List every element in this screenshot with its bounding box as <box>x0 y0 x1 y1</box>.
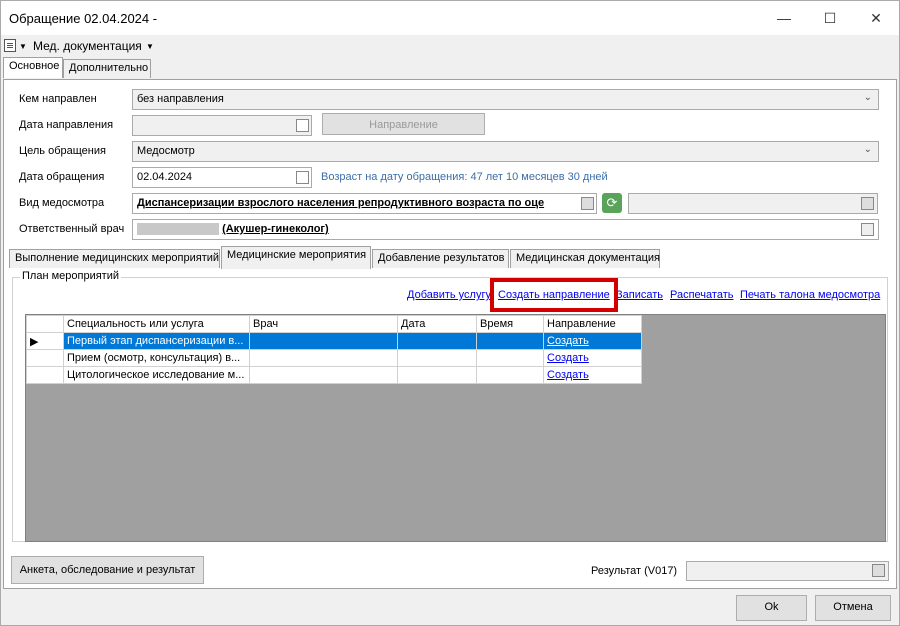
minimize-button[interactable]: — <box>761 1 807 35</box>
time-cell[interactable] <box>476 332 544 350</box>
purpose-value: Медосмотр <box>137 145 195 157</box>
referred-by-value: без направления <box>137 93 224 105</box>
menu-bar: ▼ Мед. документация ▼ <box>1 35 899 57</box>
age-info: Возраст на дату обращения: 47 лет 10 мес… <box>321 171 608 183</box>
menu-med-docs[interactable]: Мед. документация <box>33 39 142 53</box>
table-row[interactable]: Прием (осмотр, консультация) в... Создат… <box>26 349 642 367</box>
add-service-link[interactable]: Добавить услугу <box>407 289 491 301</box>
tab-main[interactable]: Основное <box>3 57 63 78</box>
create-referral-row-link[interactable]: Создать <box>547 352 589 364</box>
print-link[interactable]: Распечатать <box>670 289 733 301</box>
print-ticket-link[interactable]: Печать талона медосмотра <box>740 289 880 301</box>
clear-icon[interactable] <box>861 223 874 236</box>
chevron-down-icon: ▼ <box>146 42 154 51</box>
plan-grid: Специальность или услуга Врач Дата Время… <box>25 314 886 542</box>
date-cell[interactable] <box>397 349 477 367</box>
date-cell[interactable] <box>397 332 477 350</box>
plan-title: План мероприятий <box>20 270 121 282</box>
visit-date-field[interactable]: 02.04.2024 <box>132 167 312 188</box>
clear-icon[interactable] <box>581 197 594 210</box>
exam-type-field[interactable]: Диспансеризации взрослого населения репр… <box>132 193 597 214</box>
cancel-button[interactable]: Отмена <box>815 595 891 621</box>
referral-button[interactable]: Направление <box>322 113 485 135</box>
table-row[interactable]: Цитологическое исследование м... Создать <box>26 366 642 384</box>
row-header-cell <box>26 349 64 367</box>
clear-icon[interactable] <box>872 564 885 577</box>
doctor-cell[interactable] <box>249 366 398 384</box>
table-row[interactable]: ▶ Первый этап диспансеризации в... Созда… <box>26 332 642 350</box>
referral-cell: Создать <box>543 332 642 350</box>
exam-code-field[interactable] <box>628 193 878 214</box>
time-cell[interactable] <box>476 366 544 384</box>
service-cell[interactable]: Первый этап диспансеризации в... <box>63 332 250 350</box>
time-cell[interactable] <box>476 349 544 367</box>
doctor-label: Ответственный врач <box>19 223 125 235</box>
doctor-field[interactable]: (Акушер-гинеколог) <box>132 219 879 240</box>
document-icon[interactable] <box>4 39 16 52</box>
visit-date-label: Дата обращения <box>19 171 105 183</box>
chevron-down-icon: ⌄ <box>863 144 872 155</box>
doctor-value: (Акушер-гинеколог) <box>222 223 329 235</box>
tab-execution[interactable]: Выполнение медицинских мероприятий <box>9 249 220 268</box>
window-title: Обращение 02.04.2024 - <box>9 11 158 26</box>
ok-button[interactable]: Ok <box>736 595 807 621</box>
visit-date-value: 02.04.2024 <box>137 171 193 183</box>
plan-table: Специальность или услуга Врач Дата Время… <box>26 315 642 384</box>
referral-date-field[interactable] <box>132 115 312 136</box>
date-cell[interactable] <box>397 366 477 384</box>
doctor-cell[interactable] <box>249 332 398 350</box>
blurred-name <box>137 223 219 236</box>
referral-date-label: Дата направления <box>19 119 114 131</box>
clear-icon[interactable] <box>861 197 874 210</box>
doctor-cell[interactable] <box>249 349 398 367</box>
column-header[interactable]: Дата <box>397 315 477 333</box>
column-header[interactable]: Время <box>476 315 544 333</box>
tab-medical-events[interactable]: Медицинские мероприятия <box>221 246 371 269</box>
refresh-icon[interactable]: ⟳ <box>602 193 622 213</box>
purpose-combo[interactable]: Медосмотр ⌄ <box>132 141 879 162</box>
exam-type-label: Вид медосмотра <box>19 197 105 209</box>
service-cell[interactable]: Прием (осмотр, консультация) в... <box>63 349 250 367</box>
record-link[interactable]: Записать <box>616 289 663 301</box>
exam-type-value: Диспансеризации взрослого населения репр… <box>137 197 545 209</box>
service-cell[interactable]: Цитологическое исследование м... <box>63 366 250 384</box>
referred-by-label: Кем направлен <box>19 93 97 105</box>
referral-cell: Создать <box>543 366 642 384</box>
purpose-label: Цель обращения <box>19 145 106 157</box>
calendar-icon[interactable] <box>296 119 309 132</box>
referred-by-combo[interactable]: без направления ⌄ <box>132 89 879 110</box>
highlight-box <box>490 278 618 312</box>
current-row-icon: ▶ <box>26 332 64 350</box>
chevron-down-icon[interactable]: ▼ <box>19 42 27 51</box>
referral-cell: Создать <box>543 349 642 367</box>
result-label: Результат (V017) <box>591 565 678 577</box>
calendar-icon[interactable] <box>296 171 309 184</box>
maximize-button[interactable]: ☐ <box>807 1 853 35</box>
create-referral-row-link[interactable]: Создать <box>547 335 589 347</box>
tab-additional[interactable]: Дополнительно <box>63 59 151 78</box>
row-header-cell <box>26 315 64 333</box>
column-header[interactable]: Врач <box>249 315 398 333</box>
result-field[interactable] <box>686 561 889 581</box>
chevron-down-icon: ⌄ <box>863 92 872 103</box>
tab-med-docs[interactable]: Медицинская документация <box>510 249 660 268</box>
table-header-row: Специальность или услуга Врач Дата Время… <box>26 315 642 333</box>
title-bar: Обращение 02.04.2024 - — ☐ ✕ <box>1 1 899 35</box>
column-header[interactable]: Специальность или услуга <box>63 315 250 333</box>
row-header-cell <box>26 366 64 384</box>
dialog-window: Обращение 02.04.2024 - — ☐ ✕ ▼ Мед. доку… <box>0 0 900 626</box>
close-button[interactable]: ✕ <box>853 1 899 35</box>
column-header[interactable]: Направление <box>543 315 642 333</box>
survey-button[interactable]: Анкета, обследование и результат <box>11 556 204 584</box>
create-referral-row-link[interactable]: Создать <box>547 369 589 381</box>
tab-add-results[interactable]: Добавление результатов <box>372 249 509 268</box>
